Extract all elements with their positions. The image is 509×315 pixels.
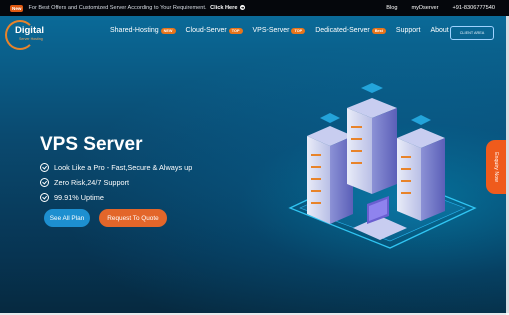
nav-label: Dedicated-Server — [315, 27, 370, 34]
nav-cloud-server[interactable]: Cloud-Server TOP — [186, 27, 243, 34]
feature-item: Zero Risk,24/7 Support — [40, 175, 192, 190]
nav-dedicated-server[interactable]: Dedicated-Server Best — [315, 27, 386, 34]
feature-text: Look Like a Pro - Fast,Secure & Always u… — [54, 163, 193, 172]
nav-label: Support — [395, 27, 421, 34]
hero-title: VPS Server — [40, 134, 143, 155]
nav-label: About — [430, 27, 449, 34]
nav-about[interactable]: About — [430, 27, 448, 34]
nav-support[interactable]: Support — [396, 27, 421, 34]
brand-tagline: Server Hosting — [19, 37, 43, 41]
server-right-icon — [397, 115, 445, 221]
request-quote-button[interactable]: Request To Quote — [99, 209, 167, 227]
server-left-icon — [307, 113, 353, 224]
nav-label: Shared-Hosting — [110, 27, 159, 34]
main-nav: Shared-Hosting NEW Cloud-Server TOP VPS-… — [110, 27, 459, 34]
click-here-link[interactable]: Click Here ➜ — [210, 5, 246, 11]
brand-logo[interactable]: Digital Server Hosting — [5, 20, 53, 50]
feature-item: 99.91% Uptime — [40, 190, 192, 205]
nav-label: Cloud-Server — [185, 27, 227, 34]
server-center-icon — [347, 83, 397, 194]
request-quote-label: Request To Quote — [107, 214, 159, 222]
click-here-label: Click Here — [210, 5, 238, 11]
blog-link[interactable]: Blog — [386, 5, 397, 11]
nav-tag: Best — [371, 27, 386, 34]
nav-vps-server[interactable]: VPS-Server TOP — [253, 27, 306, 34]
nav-tag: TOP — [228, 27, 243, 34]
server-illustration — [288, 83, 477, 249]
check-circle-icon — [40, 178, 49, 187]
check-circle-icon — [40, 163, 49, 172]
promo-message: For Best Offers and Customized Server Ac… — [28, 5, 207, 11]
enquiry-label: Enquiry Now — [493, 151, 499, 183]
see-all-plan-button[interactable]: See All Plan — [44, 209, 90, 227]
see-all-plan-label: See All Plan — [49, 214, 85, 222]
check-circle-icon — [40, 193, 49, 202]
enquiry-now-tab[interactable]: Enquiry Now — [486, 140, 506, 194]
nav-tag: TOP — [291, 27, 306, 34]
feature-text: 99.91% Uptime — [54, 193, 104, 202]
feature-list: Look Like a Pro - Fast,Secure & Always u… — [40, 160, 192, 205]
client-area-label: CLIENT AREA — [459, 31, 485, 35]
new-badge: New — [10, 4, 24, 12]
feature-item: Look Like a Pro - Fast,Secure & Always u… — [40, 160, 192, 175]
promo-bar: New For Best Offers and Customized Serve… — [0, 0, 509, 16]
top-links: Blog myDserver +91-8306777540 — [386, 0, 495, 16]
client-area-button[interactable]: CLIENT AREA — [450, 26, 494, 40]
promo-text: For Best Offers and Customized Server Ac… — [28, 5, 246, 11]
mydserver-link[interactable]: myDserver — [411, 5, 438, 11]
brand-name: Digital — [15, 25, 45, 36]
feature-text: Zero Risk,24/7 Support — [54, 178, 130, 187]
arrow-right-icon: ➜ — [240, 5, 246, 11]
phone-link[interactable]: +91-8306777540 — [453, 5, 495, 11]
nav-shared-hosting[interactable]: Shared-Hosting NEW — [110, 27, 176, 34]
nav-tag: NEW — [160, 27, 176, 34]
nav-label: VPS-Server — [252, 27, 290, 34]
